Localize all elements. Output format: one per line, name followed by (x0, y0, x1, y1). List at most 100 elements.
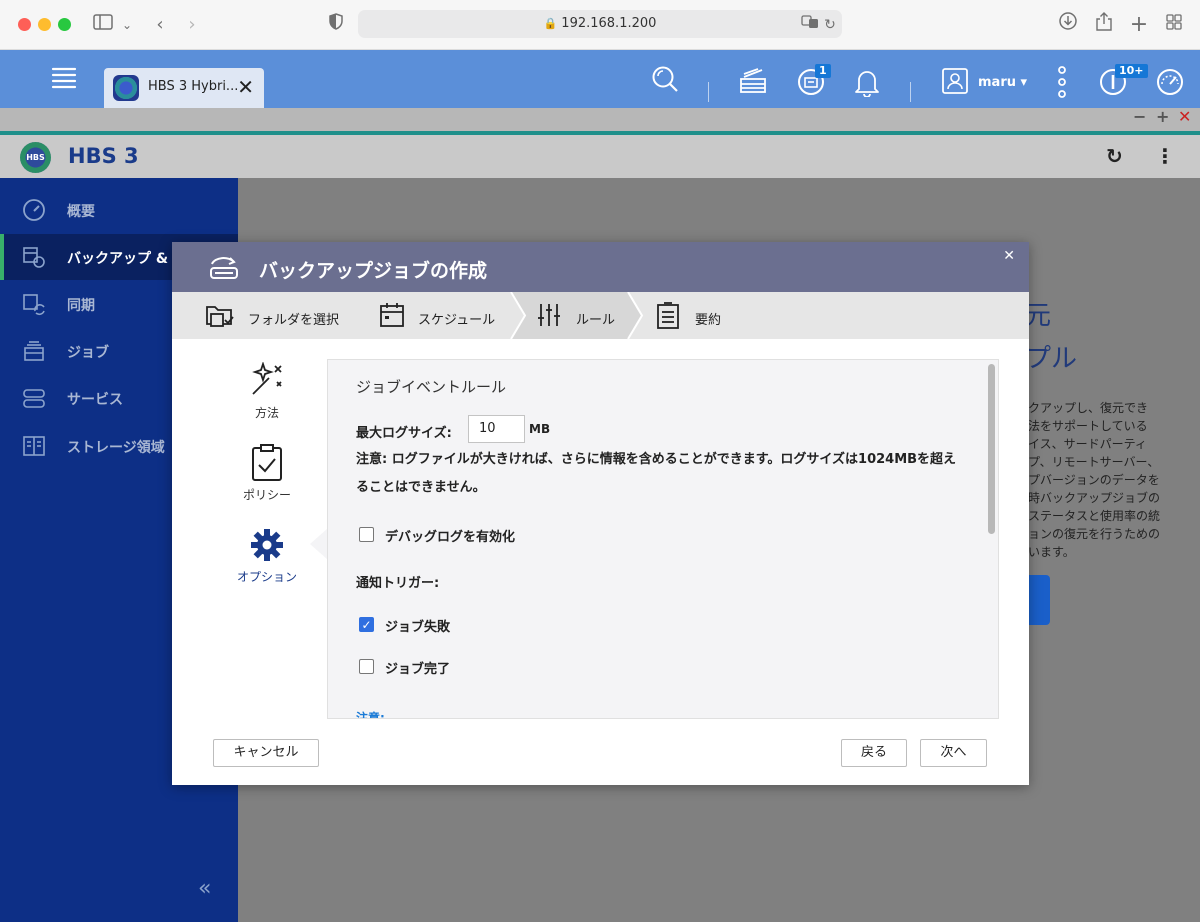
step-schedule[interactable]: スケジュール (352, 292, 511, 339)
close-icon[interactable]: ✕ (1178, 108, 1191, 126)
background-text-line: プ、リモートサーバー、 (1028, 455, 1160, 469)
next-button[interactable]: 次へ (920, 739, 987, 767)
user-avatar-icon[interactable] (940, 67, 970, 104)
sliders-icon (537, 302, 565, 330)
close-icon[interactable]: ✕ (1003, 248, 1015, 264)
notification-trigger-label: 通知トリガー: (356, 576, 440, 591)
address-bar[interactable]: 🔒 192.168.1.200 (358, 10, 842, 38)
sidebar-item-label: 概要 (67, 204, 95, 220)
background-text-line: プバージョンのデータを (1028, 473, 1160, 487)
background-button (1028, 575, 1050, 625)
max-log-size-input[interactable]: 10 (468, 415, 525, 443)
note-link: 注意: (356, 711, 385, 719)
step-select-folder[interactable]: フォルダを選択 (172, 292, 352, 339)
create-backup-job-dialog: バックアップジョブの作成 ✕ フォルダを選択 スケジュール ルール 要約 方法 … (172, 242, 1029, 785)
reload-icon[interactable]: ↻ (822, 12, 838, 38)
tab-overview-icon[interactable] (1163, 12, 1185, 38)
summary-icon (656, 302, 684, 330)
back-icon[interactable]: ‹ (150, 12, 170, 38)
side-tab-label: 方法 (254, 406, 279, 420)
browser-toolbar: ⌄ ‹ › 🔒 192.168.1.200 ↻ + (0, 0, 1200, 50)
main-menu-icon[interactable] (50, 65, 78, 100)
log-size-note-line: ることはできません。 (356, 480, 486, 495)
privacy-shield-icon[interactable] (326, 12, 346, 38)
background-tasks-icon[interactable] (738, 68, 768, 103)
enable-debug-log-label[interactable]: デバッグログを有効化 (385, 526, 515, 545)
job-completed-label[interactable]: ジョブ完了 (385, 658, 450, 677)
lock-icon: 🔒 (543, 17, 558, 30)
zoom-window-button[interactable] (58, 18, 71, 31)
close-tab-icon[interactable]: ✕ (237, 75, 254, 99)
panel-heading: ジョブイベントルール (356, 378, 507, 396)
app-tab-hbs3[interactable]: HBS 3 Hybri... ✕ (104, 68, 264, 108)
services-icon (22, 386, 46, 410)
separator (708, 82, 709, 102)
app-header (0, 135, 1200, 178)
enable-debug-log-checkbox[interactable] (359, 527, 374, 542)
forward-icon[interactable]: › (182, 12, 202, 38)
sidebar-toggle-icon[interactable] (90, 12, 116, 38)
close-window-button[interactable] (18, 18, 31, 31)
active-tab-pointer (310, 529, 327, 559)
sync-icon (22, 292, 46, 316)
clipboard-check-icon (247, 444, 287, 484)
panel-scrollbar[interactable] (988, 364, 995, 534)
dashboard-icon (22, 198, 46, 222)
log-size-note: 注意: ログファイルが大きければ、さらに情報を含めることができます。ログサイズは… (356, 446, 966, 502)
app-title: HBS 3 (68, 144, 139, 168)
more-options-icon[interactable] (1050, 66, 1074, 107)
side-tab-options[interactable]: オプション (222, 526, 312, 585)
chevron-down-icon[interactable]: ⌄ (120, 12, 134, 38)
notification-bell-icon[interactable] (852, 67, 882, 106)
minimize-icon[interactable]: − (1133, 108, 1146, 126)
step-label: ルール (576, 313, 616, 328)
calendar-icon (379, 302, 407, 330)
maximize-icon[interactable]: + (1156, 108, 1169, 126)
max-log-size-unit: MB (529, 422, 551, 436)
job-failed-label[interactable]: ジョブ失敗 (385, 616, 450, 635)
folder-icon (205, 302, 234, 330)
sidebar-item-label: ジョブ (67, 345, 109, 361)
refresh-icon[interactable]: ↻ (1106, 144, 1123, 168)
side-tab-method[interactable]: 方法 (222, 361, 312, 421)
side-tab-label: ポリシー (242, 488, 291, 502)
resource-monitor-icon[interactable] (1154, 67, 1186, 106)
share-icon[interactable] (1093, 12, 1115, 38)
hbs-app-icon (113, 75, 139, 101)
step-label: スケジュール (418, 313, 496, 328)
storage-space-icon (22, 434, 46, 458)
background-text-line: います。 (1028, 545, 1075, 559)
search-icon[interactable] (650, 65, 680, 102)
translate-icon[interactable] (800, 12, 820, 38)
job-failed-checkbox[interactable]: ✓ (359, 617, 374, 632)
new-tab-icon[interactable]: + (1128, 12, 1150, 38)
tab-title: HBS 3 Hybri... (148, 79, 239, 94)
step-summary[interactable]: 要約 (642, 292, 762, 339)
sidebar-item-overview[interactable]: 概要 (0, 187, 238, 233)
jobs-icon (22, 339, 46, 363)
window-titlebar (0, 108, 1200, 135)
separator (910, 82, 911, 102)
collapse-sidebar-icon[interactable]: « (198, 876, 211, 901)
background-text-line: ステータスと使用率の統 (1028, 509, 1161, 523)
gear-icon (247, 526, 287, 566)
user-menu[interactable]: maru ▾ (978, 75, 1027, 90)
step-rules[interactable]: ルール (522, 292, 632, 339)
sidebar-item-label: ストレージ領域 (67, 440, 165, 456)
cancel-button[interactable]: キャンセル (213, 739, 319, 767)
job-completed-checkbox[interactable] (359, 659, 374, 674)
side-tab-policy[interactable]: ポリシー (222, 444, 312, 503)
downloads-icon[interactable] (1057, 12, 1079, 38)
magic-wand-icon (247, 361, 287, 402)
step-label: フォルダを選択 (248, 313, 340, 328)
hbs-logo: HBS (20, 142, 51, 173)
url-text: 192.168.1.200 (561, 16, 657, 31)
background-heading-part: プル (1025, 344, 1078, 374)
job-event-rules-panel: ジョブイベントルール 最大ログサイズ: 10 MB 注意: ログファイルが大きけ… (327, 359, 999, 719)
background-text-line: イス、サードパーティ (1028, 437, 1147, 451)
back-button[interactable]: 戻る (841, 739, 907, 767)
background-text-line: クアップし、復元でき (1028, 401, 1149, 415)
dialog-title: バックアップジョブの作成 (259, 260, 488, 282)
more-menu-icon[interactable]: ⋮ (1155, 144, 1175, 168)
minimize-window-button[interactable] (38, 18, 51, 31)
